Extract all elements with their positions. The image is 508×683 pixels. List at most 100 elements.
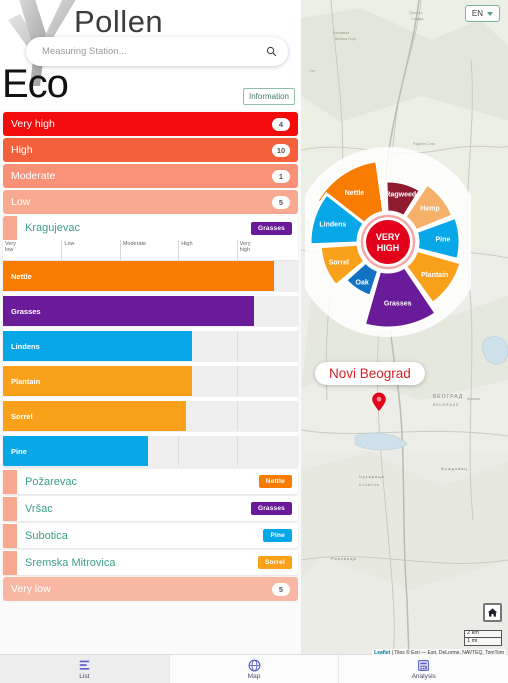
wheel-segment-label: Oak <box>356 279 369 286</box>
chart-bar-fill: Grasses <box>3 296 254 326</box>
nav-item-label: Map <box>247 672 261 680</box>
station-swatch <box>3 550 17 575</box>
pollen-wheel[interactable]: Nettle Ragweed Hemp Pine Plantain Grasses Oak S… <box>301 140 483 372</box>
wheel-segment-label: Grasses <box>384 301 412 308</box>
station-row[interactable]: Subotica Pine <box>3 523 298 548</box>
page-title: Pollen <box>74 4 164 39</box>
chart-bar-row[interactable]: Lindens <box>3 331 298 362</box>
wheel-segment-label: Hemp <box>420 206 439 213</box>
nav-item-analysis[interactable]: Analysis <box>339 655 508 683</box>
wheel-segment-label: Lindens <box>319 222 346 229</box>
scale-tick-2: Moderate <box>119 240 180 260</box>
bottom-navigation: List Map Analysis <box>0 654 508 683</box>
map-pin-icon[interactable] <box>371 392 387 417</box>
wheel-segment-label: Ragweed <box>385 192 416 199</box>
nav-item-label: Analysis <box>411 672 436 680</box>
chart-bar-label: Grasses <box>11 306 41 316</box>
chart-scale-header: Very low Low Moderate High Very high <box>3 240 298 261</box>
station-name: Sremska Mitrovica <box>25 556 116 569</box>
chart-bar-row[interactable]: Plantain <box>3 366 298 397</box>
level-label: High <box>11 144 33 156</box>
station-name: Kragujevac <box>25 222 81 234</box>
scale-tick-3: High <box>178 240 238 260</box>
svg-text:Велика Гора: Велика Гора <box>335 37 356 41</box>
level-row-very-low[interactable]: Very low 5 <box>3 577 298 601</box>
svg-text:Прогрес: Прогрес <box>409 11 423 15</box>
scale-tick-1: Low <box>61 240 121 260</box>
station-name: Subotica <box>25 529 68 542</box>
svg-text:Вождовац: Вождовац <box>441 466 468 471</box>
station-row[interactable]: Sremska Mitrovica Sorrel <box>3 550 298 575</box>
level-row-high[interactable]: High 10 <box>3 138 298 162</box>
station-swatch <box>3 496 17 521</box>
svg-text:Раковица: Раковица <box>331 556 357 561</box>
scale-metric: 2 km <box>464 630 502 638</box>
attribution-text: | Tiles © Esri — Esri, DeLorme, NAVTEQ, … <box>390 650 504 656</box>
nav-item-map[interactable]: Map <box>170 655 340 683</box>
chart-bar-row[interactable]: Grasses <box>3 296 298 327</box>
wheel-center[interactable] <box>366 220 410 264</box>
map-panel[interactable]: Прогрес Гложда Бесовица Велика Гора Ради… <box>301 0 508 658</box>
station-badge: Nettle <box>258 475 292 488</box>
svg-text:Бесовица: Бесовица <box>333 31 349 35</box>
svg-text:Крњача: Крњача <box>467 397 480 401</box>
attribution-link[interactable]: Leaflet <box>374 650 390 656</box>
language-selector[interactable]: EN <box>464 5 500 22</box>
station-swatch <box>3 469 17 494</box>
expanded-station-card: Kragujevac Grasses Very low Low Moderate Hig… <box>3 216 298 467</box>
chart-bar-fill: Pine <box>3 436 148 466</box>
chart-bar-label: Lindens <box>11 341 40 351</box>
map-home-button[interactable] <box>483 603 502 622</box>
chart-bar-label: Sorrel <box>11 411 33 421</box>
svg-text:BELGRADE: BELGRADE <box>433 403 459 407</box>
map-attribution: Leaflet | Tiles © Esri — Esri, DeLorme, … <box>372 649 506 657</box>
scale-tick-4: Very high <box>236 240 297 260</box>
wheel-center-label: VERY <box>376 232 400 242</box>
search-input[interactable] <box>26 46 254 57</box>
station-name: Vršac <box>25 502 53 515</box>
search-bar[interactable] <box>26 37 288 66</box>
map-city-label: Novi Beograd <box>315 362 425 385</box>
station-list-panel: Pollen Eco Information Very high 4 High … <box>0 0 301 654</box>
chart-bar-fill: Plantain <box>3 366 192 396</box>
station-name: Požarevac <box>25 475 77 488</box>
station-badge: Pine <box>263 529 292 542</box>
station-badge: Sorrel <box>258 556 292 569</box>
analysis-icon <box>418 659 430 671</box>
level-row-very-high[interactable]: Very high 4 <box>3 112 298 136</box>
chart-bar-row[interactable]: Nettle <box>3 261 298 292</box>
level-label: Moderate <box>11 170 56 182</box>
home-icon <box>487 608 498 617</box>
wheel-segment-label: Nettle <box>345 190 365 197</box>
nav-item-list[interactable]: List <box>0 655 170 683</box>
station-row[interactable]: Vršac Grasses <box>3 496 298 521</box>
chart-bar-label: Plantain <box>11 376 41 386</box>
expanded-station-header[interactable]: Kragujevac Grasses <box>3 216 298 240</box>
svg-text:Гложда: Гложда <box>411 17 423 21</box>
language-value: EN <box>471 9 483 18</box>
level-count: 1 <box>272 169 290 183</box>
level-count: 10 <box>272 143 290 157</box>
chart-bar-row[interactable]: Sorrel <box>3 401 298 432</box>
list-icon <box>79 660 90 670</box>
nav-item-label: List <box>79 672 90 680</box>
pollen-level-list: Very high 4 High 10 Moderate 1 Low 5 Kra… <box>0 112 301 601</box>
station-badge: Grasses <box>250 221 292 235</box>
search-button[interactable] <box>254 37 288 66</box>
level-row-low[interactable]: Low 5 <box>3 190 298 214</box>
chart-bar-fill: Lindens <box>3 331 192 361</box>
station-row[interactable]: Požarevac Nettle <box>3 469 298 494</box>
level-row-moderate[interactable]: Moderate 1 <box>3 164 298 188</box>
wheel-segment-label: Sorrel <box>329 259 349 266</box>
chevron-down-icon <box>487 11 493 16</box>
map-scale-bar: 2 km 1 mi <box>464 630 502 646</box>
level-count: 4 <box>272 117 290 131</box>
search-icon <box>266 46 276 57</box>
station-badge: Grasses <box>250 502 292 515</box>
level-count: 5 <box>272 195 290 209</box>
chart-bar-row[interactable]: Pine <box>3 436 298 467</box>
wheel-segment-label: Pine <box>436 237 451 244</box>
scale-imperial: 1 mi <box>464 638 502 646</box>
brand-name: Eco <box>2 62 69 106</box>
information-button[interactable]: Information <box>242 88 295 105</box>
